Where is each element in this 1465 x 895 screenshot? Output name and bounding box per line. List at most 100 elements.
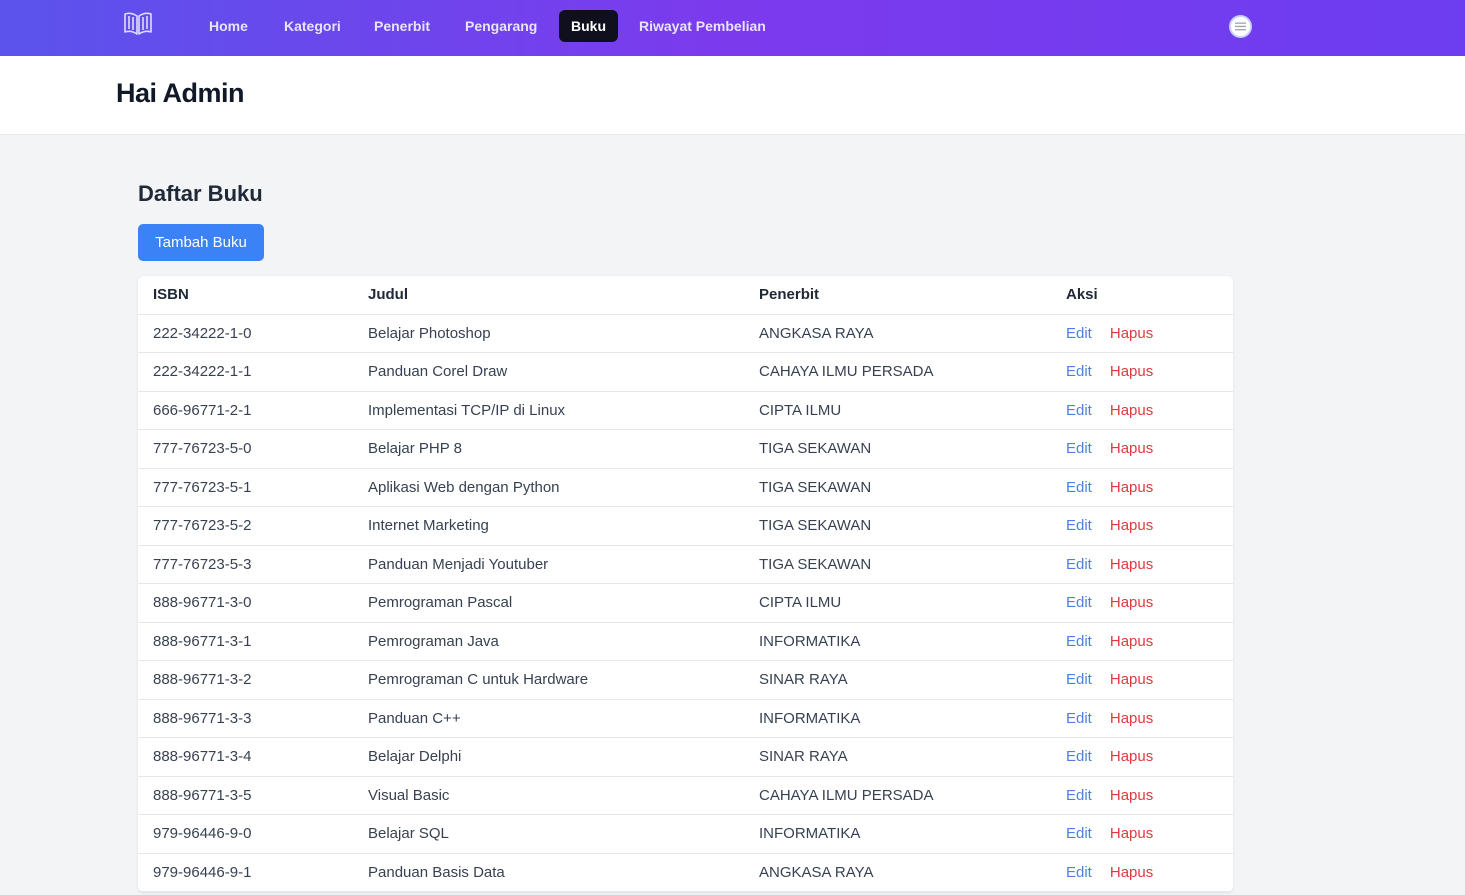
penerbit-cell: INFORMATIKA [744,814,1051,854]
delete-link[interactable]: Hapus [1110,402,1153,419]
delete-link[interactable]: Hapus [1110,440,1153,457]
isbn-cell: 222-34222-1-0 [138,314,353,353]
actions-cell: Edit Hapus [1051,776,1233,815]
table-row: 222-34222-1-0 Belajar Photoshop ANGKASA RA… [138,314,1233,353]
table-row: 888-96771-3-1 Pemrograman Java INFORMATIKA… [138,622,1233,661]
delete-link[interactable]: Hapus [1110,479,1153,496]
edit-link[interactable]: Edit [1066,787,1092,804]
open-book-icon[interactable] [122,11,154,37]
actions-cell: Edit Hapus [1051,352,1233,392]
section-title: Daftar Buku [138,181,263,206]
column-header-judul: Judul [353,276,744,315]
penerbit-cell: CAHAYA ILMU PERSADA [744,776,1051,815]
books-table-card: ISBN Judul Penerbit Aksi 222-34222-1-0 Be… [138,276,1233,892]
isbn-cell: 979-96446-9-1 [138,853,353,892]
edit-link[interactable]: Edit [1066,517,1092,534]
judul-cell: Pemrograman Pascal [353,583,744,623]
judul-cell: Belajar Delphi [353,737,744,777]
judul-cell: Belajar PHP 8 [353,429,744,469]
penerbit-cell: SINAR RAYA [744,737,1051,777]
table-row: 979-96446-9-0 Belajar SQL INFORMATIKA Edit H… [138,814,1233,854]
edit-link[interactable]: Edit [1066,479,1092,496]
books-table-body: 222-34222-1-0 Belajar Photoshop ANGKASA RA… [138,314,1233,892]
menu-lines-icon [1235,22,1246,31]
penerbit-cell: INFORMATIKA [744,699,1051,738]
isbn-cell: 888-96771-3-4 [138,737,353,777]
nav-item-penerbit[interactable]: Penerbit [362,10,442,42]
delete-link[interactable]: Hapus [1110,517,1153,534]
delete-link[interactable]: Hapus [1110,594,1153,611]
table-row: 888-96771-3-3 Panduan C++ INFORMATIKA Edit H… [138,699,1233,738]
judul-cell: Panduan Basis Data [353,853,744,892]
top-navbar: Home Kategori Penerbit Pengarang Buku Ri… [0,0,1465,56]
judul-cell: Panduan Corel Draw [353,352,744,392]
penerbit-cell: INFORMATIKA [744,622,1051,661]
penerbit-cell: ANGKASA RAYA [744,853,1051,892]
actions-cell: Edit Hapus [1051,314,1233,353]
delete-link[interactable]: Hapus [1110,710,1153,727]
judul-cell: Belajar SQL [353,814,744,854]
edit-link[interactable]: Edit [1066,363,1092,380]
delete-link[interactable]: Hapus [1110,864,1153,881]
table-row: 888-96771-3-0 Pemrograman Pascal CIPTA ILM… [138,583,1233,623]
column-header-isbn: ISBN [138,276,353,315]
judul-cell: Pemrograman Java [353,622,744,661]
penerbit-cell: TIGA SEKAWAN [744,468,1051,507]
isbn-cell: 666-96771-2-1 [138,391,353,430]
profile-menu-button[interactable] [1229,15,1252,38]
penerbit-cell: CIPTA ILMU [744,583,1051,623]
delete-link[interactable]: Hapus [1110,325,1153,342]
edit-link[interactable]: Edit [1066,556,1092,573]
delete-link[interactable]: Hapus [1110,633,1153,650]
edit-link[interactable]: Edit [1066,633,1092,650]
actions-cell: Edit Hapus [1051,853,1233,892]
table-row: 888-96771-3-4 Belajar Delphi SINAR RAYA Edi… [138,737,1233,777]
penerbit-cell: CIPTA ILMU [744,391,1051,430]
column-header-penerbit: Penerbit [744,276,1051,315]
judul-cell: Pemrograman C untuk Hardware [353,660,744,700]
edit-link[interactable]: Edit [1066,325,1092,342]
table-row: 979-96446-9-1 Panduan Basis Data ANGKASA R… [138,853,1233,892]
edit-link[interactable]: Edit [1066,594,1092,611]
isbn-cell: 777-76723-5-0 [138,429,353,469]
table-row: 888-96771-3-5 Visual Basic CAHAYA ILMU PER… [138,776,1233,815]
actions-cell: Edit Hapus [1051,583,1233,623]
edit-link[interactable]: Edit [1066,864,1092,881]
edit-link[interactable]: Edit [1066,710,1092,727]
judul-cell: Panduan C++ [353,699,744,738]
edit-link[interactable]: Edit [1066,402,1092,419]
delete-link[interactable]: Hapus [1110,556,1153,573]
isbn-cell: 777-76723-5-2 [138,506,353,546]
delete-link[interactable]: Hapus [1110,825,1153,842]
edit-link[interactable]: Edit [1066,825,1092,842]
actions-cell: Edit Hapus [1051,506,1233,546]
isbn-cell: 888-96771-3-3 [138,699,353,738]
edit-link[interactable]: Edit [1066,440,1092,457]
delete-link[interactable]: Hapus [1110,748,1153,765]
table-header-row: ISBN Judul Penerbit Aksi [138,276,1233,315]
edit-link[interactable]: Edit [1066,671,1092,688]
isbn-cell: 888-96771-3-0 [138,583,353,623]
nav-item-kategori[interactable]: Kategori [272,10,353,42]
delete-link[interactable]: Hapus [1110,787,1153,804]
actions-cell: Edit Hapus [1051,737,1233,777]
nav-item-pengarang[interactable]: Pengarang [453,10,549,42]
nav-item-home[interactable]: Home [197,10,260,42]
table-row: 777-76723-5-2 Internet Marketing TIGA SEKA… [138,506,1233,546]
actions-cell: Edit Hapus [1051,814,1233,854]
judul-cell: Aplikasi Web dengan Python [353,468,744,507]
judul-cell: Belajar Photoshop [353,314,744,353]
table-row: 666-96771-2-1 Implementasi TCP/IP di Linu… [138,391,1233,430]
delete-link[interactable]: Hapus [1110,363,1153,380]
isbn-cell: 979-96446-9-0 [138,814,353,854]
page-title: Hai Admin [116,78,245,108]
edit-link[interactable]: Edit [1066,748,1092,765]
penerbit-cell: SINAR RAYA [744,660,1051,700]
delete-link[interactable]: Hapus [1110,671,1153,688]
page-header: Hai Admin [0,56,1465,135]
nav-item-buku[interactable]: Buku [559,10,618,42]
actions-cell: Edit Hapus [1051,699,1233,738]
table-row: 777-76723-5-1 Aplikasi Web dengan Python T… [138,468,1233,507]
add-book-button[interactable]: Tambah Buku [138,224,264,261]
nav-item-riwayat-pembelian[interactable]: Riwayat Pembelian [627,10,778,42]
